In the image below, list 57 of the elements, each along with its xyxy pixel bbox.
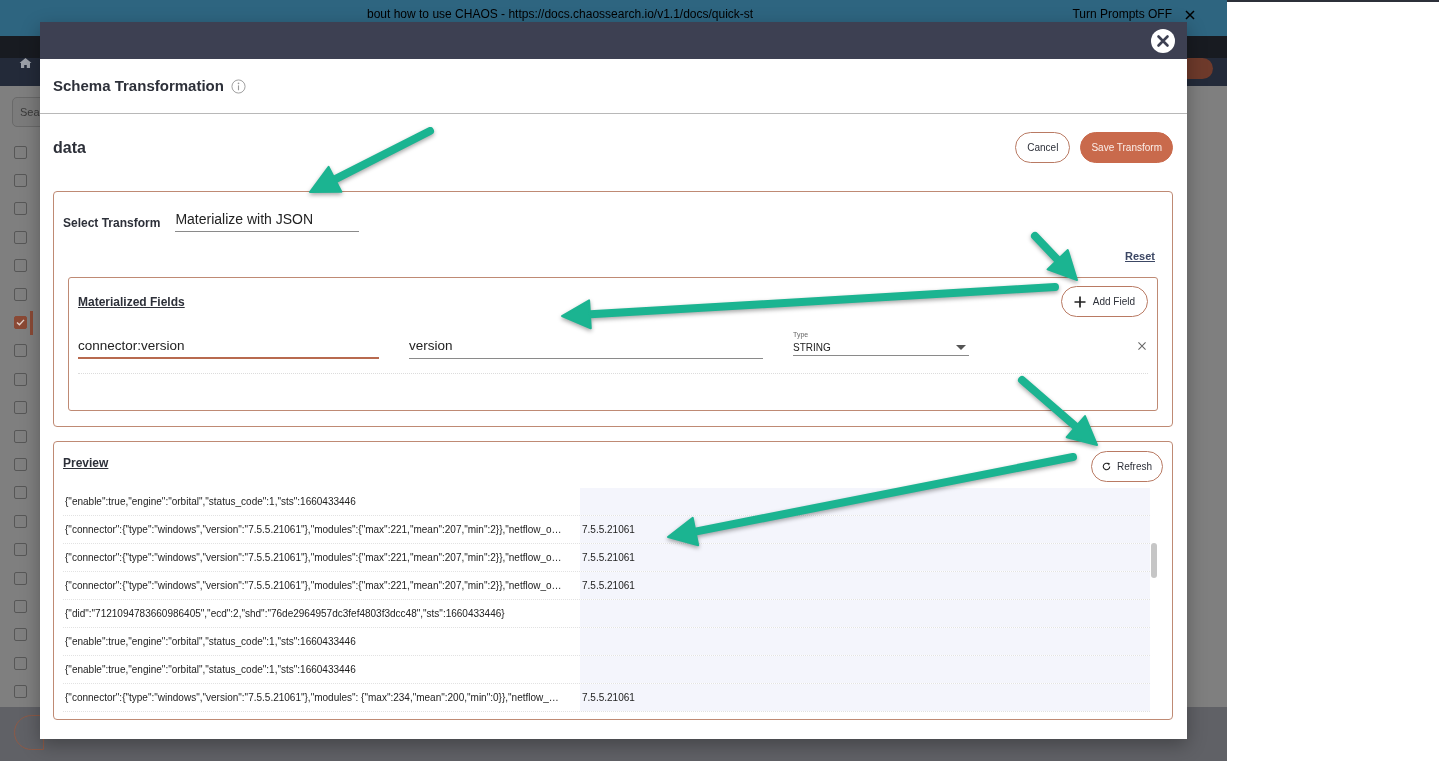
section-title: Materialized Fields xyxy=(78,293,185,311)
checkbox[interactable] xyxy=(14,685,27,699)
checkbox[interactable] xyxy=(14,514,27,528)
checkbox[interactable] xyxy=(14,145,27,159)
field-label: Select Transform xyxy=(63,215,161,232)
cancel-button[interactable]: Cancel xyxy=(1015,132,1071,163)
refresh-button[interactable]: Refresh xyxy=(1091,451,1163,482)
home-icon[interactable] xyxy=(19,58,32,68)
checkbox[interactable] xyxy=(14,287,27,301)
checkbox[interactable] xyxy=(14,372,27,386)
checkbox[interactable] xyxy=(14,344,27,358)
checkbox[interactable] xyxy=(14,458,27,471)
refresh-icon xyxy=(1102,462,1111,471)
table-cell: 7.5.5.21061 xyxy=(580,516,1150,543)
table-cell-text: {"connector":{"type":"windows","version":"7.5.5.21061"},"modules": {"max":234,"mean":200,"min":0}},"netflow_… xyxy=(64,691,560,705)
table-cell-text: {"enable":true,"engine":"orbital","status_code":1,"sts":1660433446 xyxy=(64,495,357,509)
table-cell: 7.5.5.21061 xyxy=(580,572,1150,599)
table-cell-text: {"enable":true,"engine":"orbital","status_code":1,"sts":1660433446 xyxy=(64,635,357,649)
banner-message: bout how to use CHAOS - https://docs.chaossearch.io/v1.1/docs/quick-st xyxy=(367,8,754,21)
checkbox[interactable] xyxy=(14,230,27,244)
reset-link[interactable]: Reset xyxy=(1125,249,1155,263)
table-cell: 7.5.5.21061 xyxy=(580,544,1150,571)
save-button[interactable]: Save Transform xyxy=(1080,132,1173,163)
checkbox[interactable] xyxy=(14,599,27,613)
checkbox[interactable] xyxy=(14,316,27,330)
input-field[interactable]: version xyxy=(409,335,763,359)
checkbox[interactable] xyxy=(14,429,27,443)
annotation-arrow xyxy=(1031,232,1078,281)
section-title: Preview xyxy=(63,455,109,472)
checkbox[interactable] xyxy=(14,174,27,188)
table-cell-text: {"connector":{"type":"windows","version":"7.5.5.21061"},"modules":{"max":221,"mean":207,"min":2}},"netflow_o… xyxy=(64,579,563,593)
checkbox[interactable] xyxy=(14,628,27,642)
checkbox[interactable] xyxy=(14,543,27,557)
dialog-title: Schema Transformation xyxy=(53,75,224,96)
checkbox[interactable] xyxy=(14,401,27,415)
table-cell-text: {"connector":{"type":"windows","version":"7.5.5.21061"},"modules":{"max":221,"mean":207,"min":2}},"netflow_o… xyxy=(64,523,563,537)
info-icon[interactable] xyxy=(230,78,246,94)
checkbox[interactable] xyxy=(14,656,27,670)
checkbox[interactable] xyxy=(14,486,27,500)
checkmark-icon xyxy=(16,319,25,327)
checkbox[interactable] xyxy=(14,259,27,273)
selection-indicator xyxy=(30,310,33,335)
table-cell: 7.5.5.21061 xyxy=(580,684,1150,711)
add-field-button[interactable]: Add Field xyxy=(1060,286,1148,317)
plus-icon xyxy=(1073,295,1086,308)
caret-icon xyxy=(956,344,966,350)
input-field[interactable]: connector:version xyxy=(78,335,379,359)
transform-select[interactable]: Materialize with JSON xyxy=(175,208,360,232)
checkbox[interactable] xyxy=(14,571,27,585)
table-cell-text: {"enable":true,"engine":"orbital","status_code":1,"sts":1660433446 xyxy=(64,663,357,677)
close-icon[interactable] xyxy=(1151,28,1175,53)
scrollbar-thumb[interactable] xyxy=(1151,543,1157,578)
table-cell-text: {"connector":{"type":"windows","version":"7.5.5.21061"},"modules":{"max":221,"mean":207,"min":2}},"netflow_o… xyxy=(64,551,563,565)
dataset-name: data xyxy=(53,137,86,158)
table-cell-text: {"did":"7121094783660986405","ecd":2,"shd":"76de2964957dc3fef4803f3dcc48","sts":1660433446} xyxy=(64,607,506,621)
checkbox[interactable] xyxy=(14,202,27,216)
remove-icon[interactable] xyxy=(1138,342,1146,350)
